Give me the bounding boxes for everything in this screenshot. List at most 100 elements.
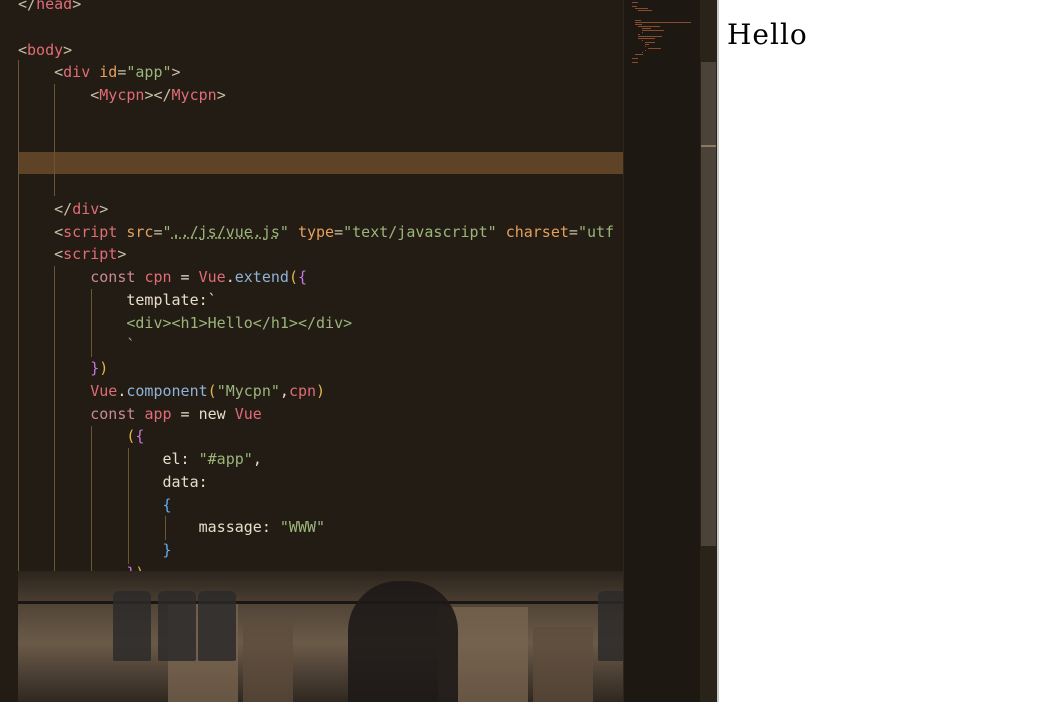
wallpaper-building (243, 622, 293, 702)
code-token: "#app" (198, 450, 253, 468)
minimap-line (644, 42, 655, 43)
code-token: = (171, 268, 199, 286)
code-line[interactable]: const app = new Vue (18, 403, 262, 426)
code-token: massage: (18, 518, 280, 537)
code-line[interactable]: <script> (18, 243, 126, 266)
code-token: = (568, 222, 578, 241)
code-token: div (63, 63, 91, 82)
code-line[interactable]: <script src="../js/vue.js" type="text/ja… (18, 221, 614, 244)
code-token: > (99, 199, 109, 218)
code-line[interactable]: <div><h1>Hello</h1></div> (18, 312, 352, 335)
code-token: "text/javascript" (343, 222, 497, 241)
code-token: div (72, 199, 100, 218)
code-token: < (18, 245, 64, 264)
code-token: type (297, 222, 335, 241)
minimap-line (641, 32, 643, 33)
code-token: ( (207, 381, 217, 400)
code-token: , (279, 381, 289, 400)
code-token: body (27, 40, 64, 59)
code-token: Mycpn (99, 86, 145, 104)
minimap-line (641, 30, 665, 31)
code-line[interactable]: Vue.component("Mycpn",cpn) (18, 380, 325, 403)
code-token: = (171, 404, 199, 423)
minimap-line (635, 54, 644, 55)
code-line[interactable]: template:` (18, 289, 217, 312)
code-token: ></ (144, 86, 172, 104)
code-token: Mycpn (171, 86, 217, 104)
minimap[interactable] (623, 0, 701, 702)
code-token: ) (99, 359, 109, 377)
code-line[interactable]: ({ (18, 425, 144, 448)
minimap-line (632, 6, 638, 7)
code-token: const (90, 404, 136, 423)
code-token: template:` (18, 290, 217, 309)
code-token: cpn (144, 268, 172, 286)
preview-heading: Hello (727, 18, 808, 51)
current-line-highlight (18, 152, 623, 174)
code-editor[interactable]: </head> <body> <div id="app"> <Mycpn></My… (0, 0, 717, 702)
code-token: > (63, 40, 73, 59)
code-token: Vue (90, 381, 118, 400)
code-token: "utf (577, 222, 615, 241)
minimap-line (648, 48, 661, 49)
wallpaper-shirt (113, 591, 151, 661)
code-token: cpn (288, 381, 317, 400)
minimap-line (641, 40, 644, 41)
code-line[interactable]: massage: "WWW" (18, 516, 325, 539)
code-token: const (90, 268, 136, 286)
code-line[interactable]: ` (18, 334, 135, 357)
code-token: Vue (198, 268, 226, 286)
code-token: < (18, 222, 64, 241)
code-token: > (117, 245, 127, 264)
code-line[interactable]: <div id="app"> (18, 61, 181, 84)
code-line[interactable]: <body> (18, 39, 72, 62)
code-token: src (126, 222, 154, 241)
code-token: = (153, 222, 163, 241)
scrollbar-marker (701, 145, 716, 147)
code-line[interactable]: <Mycpn></Mycpn> (18, 84, 226, 107)
code-line[interactable]: data: (18, 471, 207, 494)
code-token: "WWW" (279, 518, 326, 537)
minimap-line (641, 52, 644, 53)
minimap-line (644, 46, 646, 47)
code-line[interactable]: const cpn = Vue.extend({ (18, 266, 307, 289)
wallpaper-figure (348, 581, 458, 702)
minimap-line (635, 22, 691, 23)
browser-preview: Hello (719, 0, 1054, 702)
code-token: " (162, 222, 172, 241)
code-token: script (63, 245, 118, 264)
minimap-line (638, 38, 656, 39)
code-token: > (171, 63, 181, 82)
code-line[interactable]: el: "#app", (18, 448, 261, 471)
code-token: new (198, 404, 226, 423)
code-token: > (216, 86, 226, 104)
code-line[interactable]: } (18, 539, 172, 562)
code-token: } (162, 541, 172, 559)
code-token: { (135, 427, 145, 446)
code-token: app (144, 404, 172, 423)
code-token: { (297, 268, 307, 286)
code-token: < (18, 86, 100, 104)
wallpaper-shirt (198, 591, 236, 661)
minimap-line (641, 28, 651, 29)
code-token: < (18, 40, 28, 59)
code-token: "Mycpn" (216, 381, 280, 400)
code-line[interactable]: }) (18, 357, 108, 380)
code-line[interactable]: </div> (18, 198, 108, 221)
code-line[interactable]: </head> (18, 0, 81, 16)
code-token: script (63, 222, 118, 241)
code-token: </ (18, 199, 73, 218)
code-line[interactable]: { (18, 494, 172, 517)
code-token: < (18, 63, 64, 82)
code-token: ../js/vue.js (171, 222, 280, 241)
minimap-line (638, 26, 660, 27)
wallpaper-background (18, 571, 717, 702)
scrollbar-thumb[interactable] (701, 62, 716, 546)
